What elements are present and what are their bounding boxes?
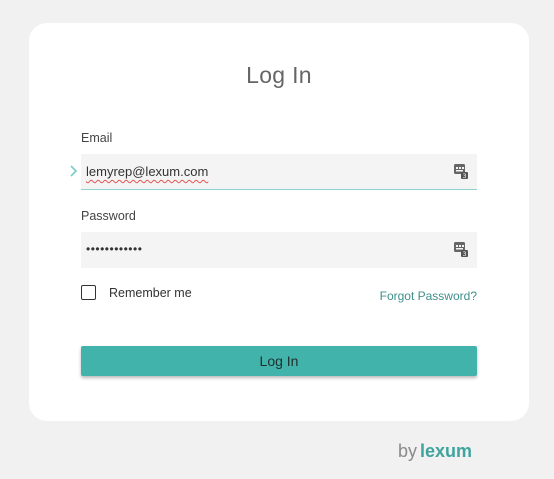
login-card: Log In Email lemyrep@lexum.com 3 Passwor… [29,23,529,421]
remember-me-checkbox[interactable] [81,285,96,300]
brand-name: lexum [419,441,472,461]
remember-me-label[interactable]: Remember me [109,286,192,300]
password-manager-icon[interactable]: 3 [453,163,469,180]
login-button[interactable]: Log In [81,346,477,376]
page-title: Log In [246,62,312,88]
forgot-password-link[interactable]: Forgot Password? [380,289,477,303]
brand-by: by [397,441,417,461]
email-label: Email [81,131,113,145]
email-field[interactable]: lemyrep@lexum.com 3 [81,154,477,190]
chevron-right-icon [70,165,78,177]
email-value[interactable]: lemyrep@lexum.com [86,154,208,189]
password-value[interactable]: •••••••••••• [86,231,142,267]
brand-logo: by lexum [398,441,472,462]
password-manager-icon[interactable]: 3 [453,241,469,258]
password-label: Password [81,209,136,223]
svg-text:3: 3 [463,251,467,258]
svg-text:3: 3 [463,173,467,180]
password-field[interactable]: •••••••••••• 3 [81,232,477,268]
